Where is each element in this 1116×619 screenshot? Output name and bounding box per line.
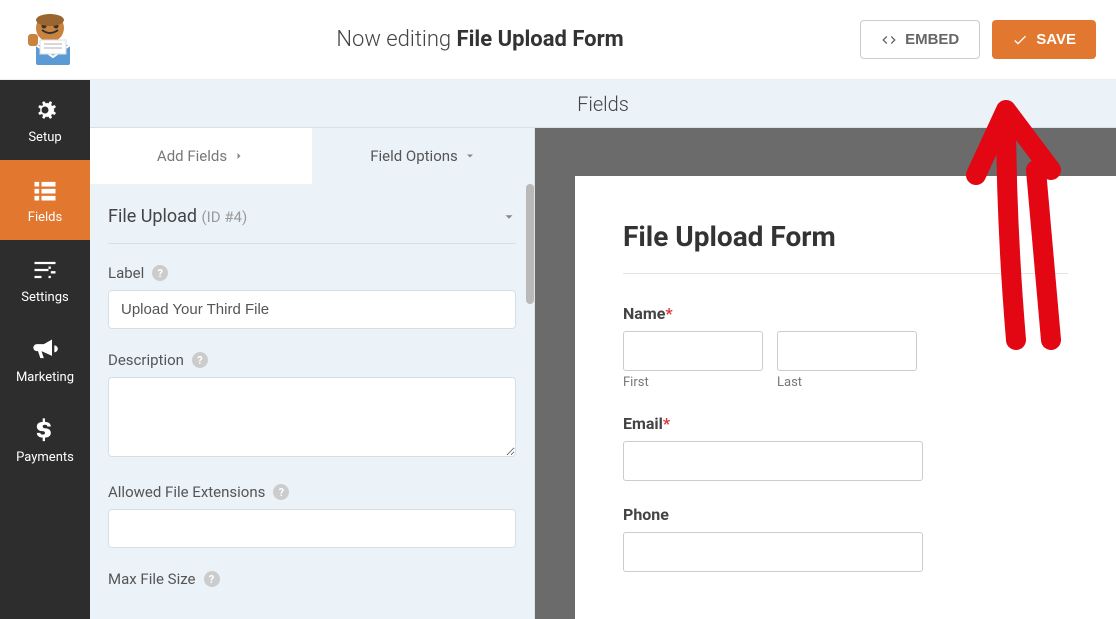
code-icon [881,32,897,48]
preview-phone-label: Phone [623,505,1068,524]
sidebar-label: Setup [28,130,61,145]
sidebar-label: Payments [16,450,74,465]
gear-icon [31,96,59,124]
preview-phone-input [623,532,923,572]
field-id: (ID #4) [202,208,248,226]
editing-title: Now editing File Upload Form [100,27,860,52]
list-icon [31,176,59,204]
chevron-down-icon [464,150,476,162]
panel-tabs: Add Fields Field Options [90,128,534,184]
max-file-size-label: Max File Size ? [108,570,516,588]
sidebar-item-payments[interactable]: Payments [0,400,90,480]
required-marker: * [665,304,672,323]
tab-field-options[interactable]: Field Options [312,128,534,184]
content: Fields Add Fields Field Options [90,80,1116,619]
preview-name-field[interactable]: Name* First Last [623,304,1068,390]
embed-label: EMBED [905,31,959,48]
preview-first-sublabel: First [623,375,763,390]
embed-button[interactable]: EMBED [860,20,980,59]
help-icon[interactable]: ? [273,484,289,500]
sidebar: Setup Fields Settings Marketing Payments [0,80,90,619]
preview-email-label: Email* [623,414,1068,433]
save-button[interactable]: SAVE [992,20,1096,59]
allowed-ext-group: Allowed File Extensions ? [108,483,516,548]
help-icon[interactable]: ? [204,571,220,587]
preview-panel: File Upload Form Name* First [535,128,1116,619]
bullhorn-icon [31,336,59,364]
preview-name-label: Name* [623,304,1068,323]
fields-header-label: Fields [577,92,629,116]
label-group: Label ? [108,264,516,329]
help-icon[interactable]: ? [152,265,168,281]
max-file-size-group: Max File Size ? [108,570,516,588]
preview-first-input [623,331,763,371]
description-input[interactable] [108,377,516,457]
header-buttons: EMBED SAVE [860,20,1096,59]
allowed-ext-label: Allowed File Extensions ? [108,483,516,501]
scrollbar[interactable] [526,184,534,304]
tab-label: Add Fields [157,147,227,165]
sidebar-label: Marketing [16,370,74,385]
chevron-right-icon [233,150,245,162]
sliders-icon [31,256,59,284]
required-marker: * [663,414,670,433]
sidebar-item-settings[interactable]: Settings [0,240,90,320]
save-label: SAVE [1036,31,1076,48]
editing-prefix: Now editing [336,27,456,52]
preview-form-title: File Upload Form [623,220,1068,253]
preview-email-field[interactable]: Email* [623,414,1068,481]
options-panel: Add Fields Field Options File Upload (ID… [90,128,535,619]
top-bar: Now editing File Upload Form EMBED SAVE [0,0,1116,80]
tab-add-fields[interactable]: Add Fields [90,128,312,184]
fields-header: Fields [90,80,1116,128]
chevron-down-icon [502,210,516,224]
preview-last-sublabel: Last [777,375,917,390]
field-type-name: File Upload [108,206,197,227]
dollar-icon [31,416,59,444]
preview-phone-field[interactable]: Phone [623,505,1068,572]
sidebar-item-fields[interactable]: Fields [0,160,90,240]
tab-label: Field Options [370,147,458,165]
form-name: File Upload Form [457,27,624,52]
divider [623,273,1068,274]
panel-content: File Upload (ID #4) Label ? [90,184,534,619]
field-section-header[interactable]: File Upload (ID #4) [108,184,516,244]
help-icon[interactable]: ? [192,352,208,368]
wpforms-logo [20,10,80,70]
preview-card: File Upload Form Name* First [575,176,1116,619]
label-input[interactable] [108,290,516,329]
main-area: Setup Fields Settings Marketing Payments… [0,80,1116,619]
sidebar-item-marketing[interactable]: Marketing [0,320,90,400]
label-label: Label ? [108,264,516,282]
allowed-ext-input[interactable] [108,509,516,548]
preview-email-input [623,441,923,481]
preview-last-input [777,331,917,371]
content-body: Add Fields Field Options File Upload (ID… [90,128,1116,619]
field-section-title: File Upload (ID #4) [108,206,247,227]
sidebar-label: Fields [28,210,62,225]
check-icon [1012,32,1028,48]
description-group: Description ? [108,351,516,461]
description-label: Description ? [108,351,516,369]
sidebar-item-setup[interactable]: Setup [0,80,90,160]
sidebar-label: Settings [21,290,68,305]
